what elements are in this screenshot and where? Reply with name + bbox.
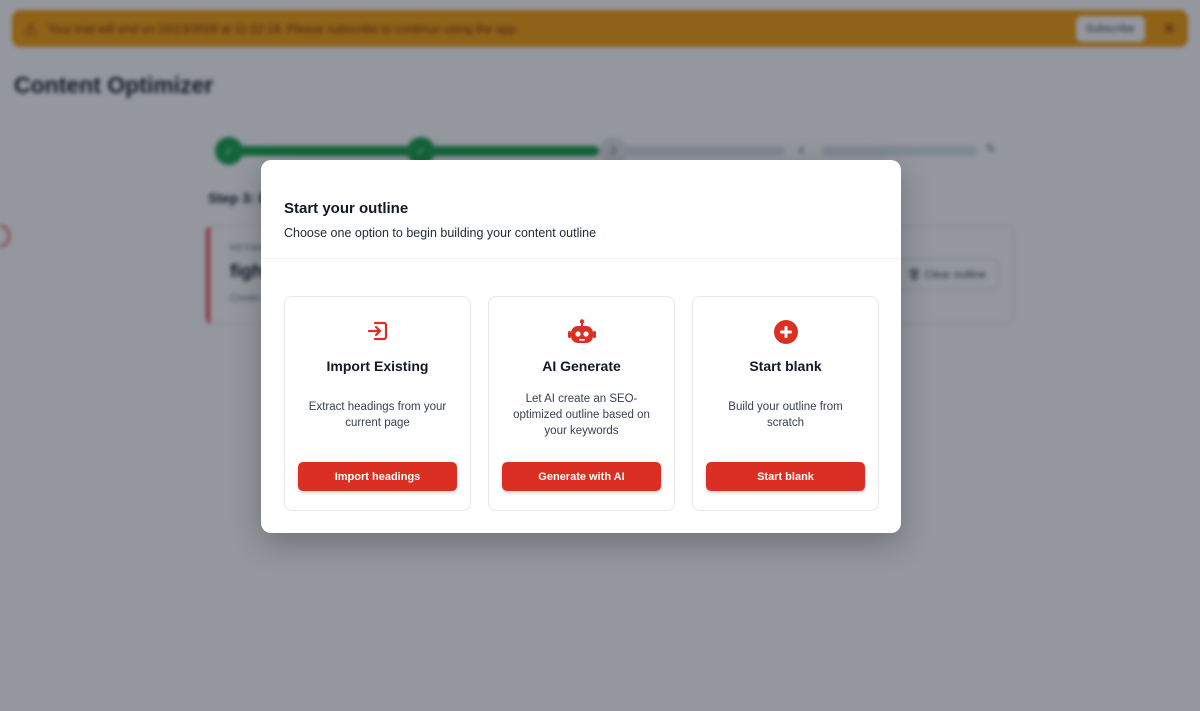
import-headings-button[interactable]: Import headings: [298, 462, 457, 491]
plus-circle-icon: [693, 319, 878, 344]
option-description: Build your outline from scratch: [728, 401, 843, 429]
option-title: Start blank: [749, 358, 822, 374]
option-start-blank: Start blank Build your outline from scra…: [692, 296, 879, 511]
import-icon: [285, 319, 470, 343]
start-outline-modal: Start your outline Choose one option to …: [261, 160, 901, 533]
generate-with-ai-button[interactable]: Generate with AI: [502, 462, 661, 491]
start-blank-button[interactable]: Start blank: [706, 462, 865, 491]
modal-subtitle: Choose one option to begin building your…: [284, 226, 597, 240]
outline-options: Import Existing Extract headings from yo…: [284, 296, 879, 511]
option-description: Let AI create an SEO-optimized outline b…: [513, 393, 650, 437]
robot-icon: [489, 319, 674, 343]
option-import-existing: Import Existing Extract headings from yo…: [284, 296, 471, 511]
option-ai-generate: AI Generate Let AI create an SEO-optimiz…: [488, 296, 675, 511]
modal-title: Start your outline: [284, 200, 409, 217]
option-description: Extract headings from your current page: [308, 401, 447, 429]
option-title: Import Existing: [326, 358, 429, 374]
modal-header: Start your outline Choose one option to …: [261, 160, 901, 259]
option-title: AI Generate: [542, 358, 621, 374]
